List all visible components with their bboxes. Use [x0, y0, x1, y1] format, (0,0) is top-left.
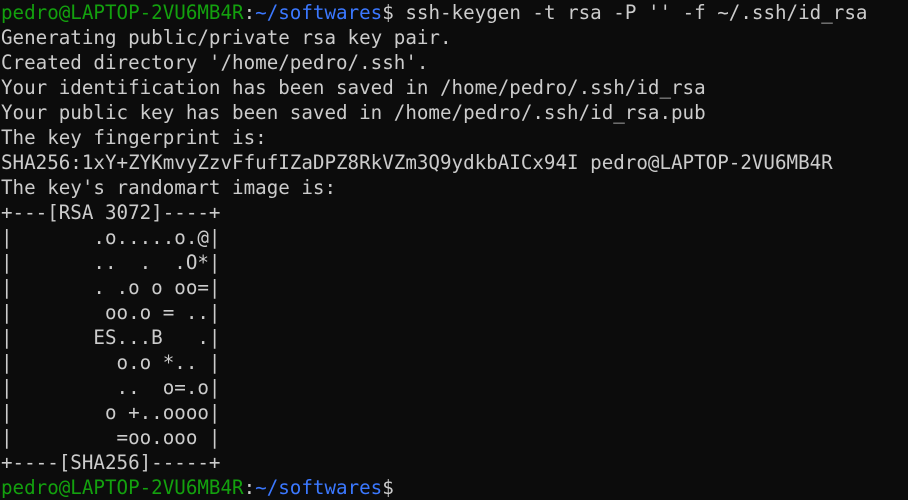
- prompt-separator: :: [243, 476, 256, 499]
- prompt-symbol: $: [382, 476, 394, 499]
- randomart-row: | ES...B .|: [1, 326, 221, 349]
- output-line: Your identification has been saved in /h…: [1, 76, 706, 99]
- randomart-row: | .. o=.o|: [1, 376, 221, 399]
- randomart-row: | o +..oooo|: [1, 401, 221, 424]
- output-line: Created directory '/home/pedro/.ssh'.: [1, 51, 429, 74]
- prompt-cwd: ~/softwares: [255, 1, 383, 24]
- output-line: The key's randomart image is:: [1, 176, 337, 199]
- randomart-border-bottom: +----[SHA256]-----+: [1, 451, 221, 474]
- output-line: The key fingerprint is:: [1, 126, 267, 149]
- output-line: Your public key has been saved in /home/…: [1, 101, 706, 124]
- randomart-row: | o.o *.. |: [1, 351, 221, 374]
- command-line: pedro@LAPTOP-2VU6MB4R:~/softwares$ ssh-k…: [1, 0, 908, 25]
- randomart-border-top: +---[RSA 3072]----+: [1, 201, 221, 224]
- terminal-window[interactable]: pedro@LAPTOP-2VU6MB4R:~/softwares$ ssh-k…: [1, 0, 908, 500]
- prompt-cwd: ~/softwares: [255, 476, 383, 499]
- randomart-row: | .. . .O*|: [1, 251, 221, 274]
- prompt-symbol: $: [382, 1, 394, 24]
- prompt-separator: :: [243, 1, 256, 24]
- command-text: ssh-keygen -t rsa -P '' -f ~/.ssh/id_rsa: [393, 1, 868, 24]
- fingerprint-line: SHA256:1xY+ZYKmvyZzvFfufIZaDPZ8RkVZm3Q9y…: [1, 151, 833, 174]
- randomart-row: | oo.o = ..|: [1, 301, 221, 324]
- randomart-row: | . .o o oo=|: [1, 276, 221, 299]
- randomart-row: | =oo.ooo |: [1, 426, 221, 449]
- prompt-user-host: pedro@LAPTOP-2VU6MB4R: [1, 1, 244, 24]
- randomart-row: | .o.....o.@|: [1, 226, 221, 249]
- output-line: Generating public/private rsa key pair.: [1, 26, 452, 49]
- final-prompt-line[interactable]: pedro@LAPTOP-2VU6MB4R:~/softwares$: [1, 475, 908, 500]
- prompt-user-host: pedro@LAPTOP-2VU6MB4R: [1, 476, 244, 499]
